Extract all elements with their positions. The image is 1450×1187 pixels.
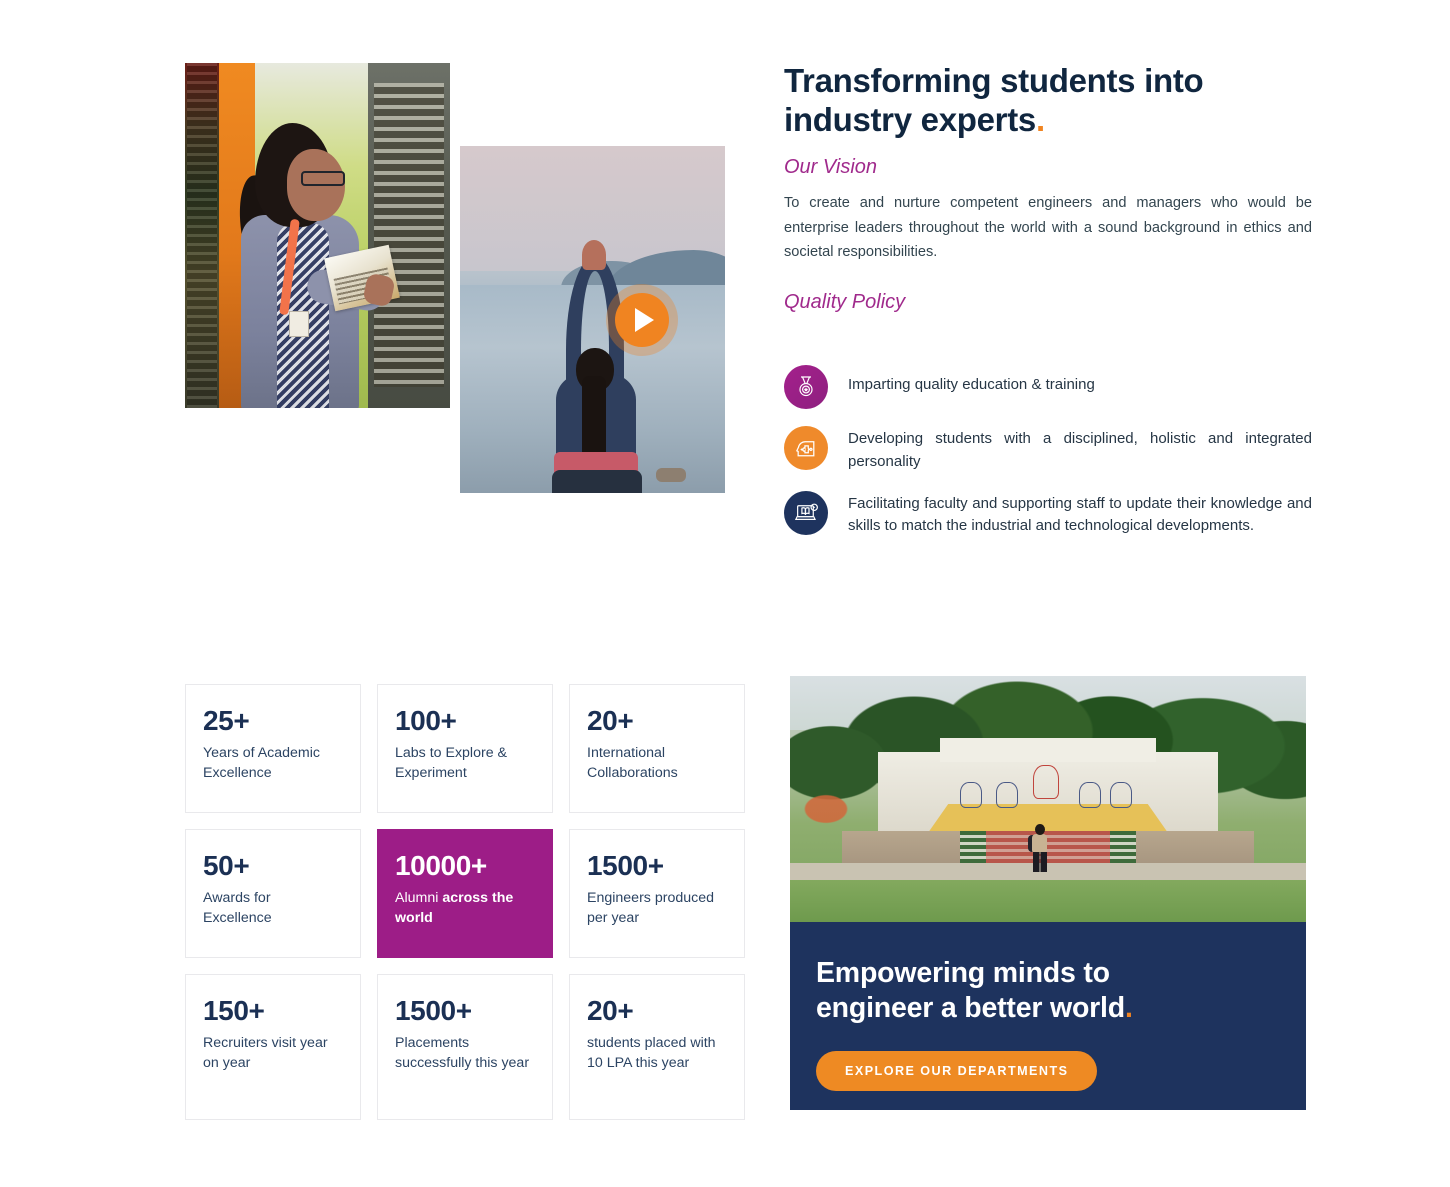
cta-panel: Empowering minds to engineer a better wo…: [790, 676, 1306, 1110]
stat-number: 1500+: [587, 850, 664, 881]
medal-icon: [784, 365, 828, 409]
stat-label: Years of Academic Excellence: [203, 745, 320, 781]
stat-number: 20+: [587, 705, 634, 736]
stat-card: 20+ students placed with 10 LPA this yea…: [569, 974, 745, 1120]
library-scene: [185, 63, 450, 408]
stat-card: 25+ Years of Academic Excellence: [185, 684, 361, 813]
stat-label: Recruiters visit year on year: [203, 1035, 328, 1071]
stat-label: International Collaborations: [587, 745, 678, 781]
stat-number: 1500+: [395, 995, 472, 1026]
stat-number: 150+: [203, 995, 265, 1026]
campus-photo: [790, 676, 1306, 922]
explore-departments-button[interactable]: EXPLORE OUR DEPARTMENTS: [816, 1050, 1098, 1091]
media-gallery: [185, 63, 725, 493]
stat-number: 10000+: [395, 850, 487, 881]
policy-text: Developing students with a disciplined, …: [848, 430, 1312, 470]
page-title-line2: industry experts: [784, 100, 1036, 138]
laptop-elearning-icon: [784, 490, 828, 535]
stat-label: Placements successfully this year: [395, 1035, 530, 1071]
cta-heading-line1: Empowering minds to: [816, 957, 1110, 989]
intro-block: Transforming students into industry expe…: [784, 62, 1312, 314]
stat-number: 50+: [203, 850, 250, 881]
stat-label: Alumni across the world: [395, 889, 535, 928]
policy-item: Imparting quality education & training: [784, 365, 1312, 409]
vision-heading: Our Vision: [784, 156, 878, 179]
stats-grid: 25+ Years of Academic Excellence 100+ La…: [185, 684, 745, 1120]
stat-card-highlighted: 10000+ Alumni across the world: [377, 829, 553, 958]
play-icon: [615, 293, 669, 347]
policy-item: Facilitating faculty and supporting staf…: [784, 490, 1312, 539]
stat-number: 20+: [587, 995, 634, 1026]
cta-accent-dot: .: [1124, 991, 1133, 1024]
head-puzzle-icon: [784, 426, 828, 470]
stat-number: 25+: [203, 705, 250, 736]
yoga-photo: [460, 146, 725, 493]
cta-heading: Empowering minds to engineer a better wo…: [816, 956, 1280, 1026]
library-photo: [185, 63, 450, 408]
stat-card: 150+ Recruiters visit year on year: [185, 974, 361, 1120]
stat-card: 100+ Labs to Explore & Experiment: [377, 684, 553, 813]
quality-policy-list: Imparting quality education & training D…: [784, 365, 1312, 555]
stat-label: Labs to Explore & Experiment: [395, 745, 507, 781]
stat-card: 50+ Awards for Excellence: [185, 829, 361, 958]
stat-label: Engineers produced per year: [587, 890, 714, 926]
cta-block: Empowering minds to engineer a better wo…: [790, 922, 1306, 1110]
about-page: Transforming students into industry expe…: [0, 0, 1450, 1187]
policy-text: Imparting quality education & training: [848, 376, 1095, 393]
policy-text: Facilitating faculty and supporting staf…: [848, 494, 1312, 535]
quality-policy-heading: Quality Policy: [784, 291, 906, 314]
stat-label-thin: Alumni: [395, 890, 443, 906]
stat-label: students placed with 10 LPA this year: [587, 1035, 716, 1071]
walking-student-figure: [1027, 823, 1053, 872]
page-title: Transforming students into industry expe…: [784, 62, 1312, 139]
stat-card: 20+ International Collaborations: [569, 684, 745, 813]
stat-card: 1500+ Engineers produced per year: [569, 829, 745, 958]
student-figure: [233, 123, 400, 408]
page-title-line1: Transforming students into: [784, 62, 1204, 99]
policy-item: Developing students with a disciplined, …: [784, 426, 1312, 474]
vision-text: To create and nurture competent engineer…: [784, 195, 1312, 260]
stat-label: Awards for Excellence: [203, 890, 272, 926]
stat-card: 1500+ Placements successfully this year: [377, 974, 553, 1120]
cta-heading-line2: engineer a better world: [816, 991, 1125, 1024]
title-accent-dot: .: [1035, 100, 1045, 138]
stat-number: 100+: [395, 705, 457, 736]
video-play-button[interactable]: [606, 284, 678, 356]
